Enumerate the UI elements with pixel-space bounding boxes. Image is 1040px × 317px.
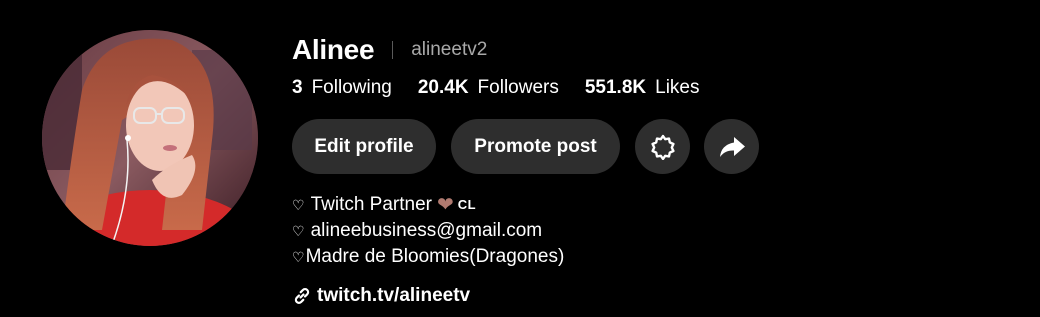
avatar-photo bbox=[42, 30, 258, 246]
bio-email-text: alineebusiness@gmail.com bbox=[310, 220, 543, 241]
bio-line-email: ♡ alineebusiness@gmail.com bbox=[292, 218, 564, 244]
share-button[interactable] bbox=[704, 119, 759, 174]
bio-madre-text: Madre de Bloomies(Dragones) bbox=[305, 246, 565, 267]
link-icon bbox=[292, 286, 312, 306]
actions-row: Edit profile Promote post bbox=[292, 119, 773, 174]
profile-header: Alinee alineetv2 3 Following 20.4K Follo… bbox=[0, 0, 1040, 317]
heart-outline-icon: ♡ bbox=[292, 197, 305, 213]
edit-profile-button[interactable]: Edit profile bbox=[292, 119, 436, 174]
name-divider bbox=[392, 41, 394, 59]
likes-label: Likes bbox=[655, 77, 700, 98]
followers-stat[interactable]: 20.4K Followers bbox=[418, 77, 559, 99]
display-name: Alinee bbox=[292, 34, 375, 65]
heart-outline-icon: ♡ bbox=[292, 249, 305, 265]
stats-row: 3 Following 20.4K Followers 551.8K Likes bbox=[292, 76, 726, 100]
bio-line-madre: ♡ Madre de Bloomies(Dragones) bbox=[292, 244, 564, 270]
following-label: Following bbox=[311, 77, 392, 98]
flag-cl-emoji: CL bbox=[457, 197, 477, 212]
username: alineetv2 bbox=[411, 39, 488, 60]
followers-label: Followers bbox=[477, 77, 559, 98]
heart-outline-icon: ♡ bbox=[292, 223, 305, 239]
name-row: Alinee alineetv2 bbox=[292, 32, 487, 68]
profile-avatar[interactable] bbox=[42, 30, 258, 246]
share-arrow-icon bbox=[719, 136, 745, 157]
bio: ♡ Twitch Partner ❤ CL ♡ alineebusiness@g… bbox=[292, 192, 564, 270]
bio-partner-text: Twitch Partner bbox=[310, 194, 432, 215]
bio-line-partner: ♡ Twitch Partner ❤ CL bbox=[292, 192, 564, 218]
likes-count: 551.8K bbox=[584, 77, 647, 98]
followers-count: 20.4K bbox=[417, 77, 469, 98]
settings-gear-icon bbox=[650, 134, 675, 160]
settings-button[interactable] bbox=[635, 119, 690, 174]
following-count: 3 bbox=[292, 77, 303, 98]
bio-link-row: twitch.tv/alineetv bbox=[292, 283, 470, 309]
brown-heart-emoji: ❤ bbox=[437, 194, 454, 216]
likes-stat: 551.8K Likes bbox=[585, 77, 700, 99]
bio-link[interactable]: twitch.tv/alineetv bbox=[317, 285, 470, 307]
promote-post-button[interactable]: Promote post bbox=[451, 119, 620, 174]
following-stat[interactable]: 3 Following bbox=[292, 77, 392, 99]
